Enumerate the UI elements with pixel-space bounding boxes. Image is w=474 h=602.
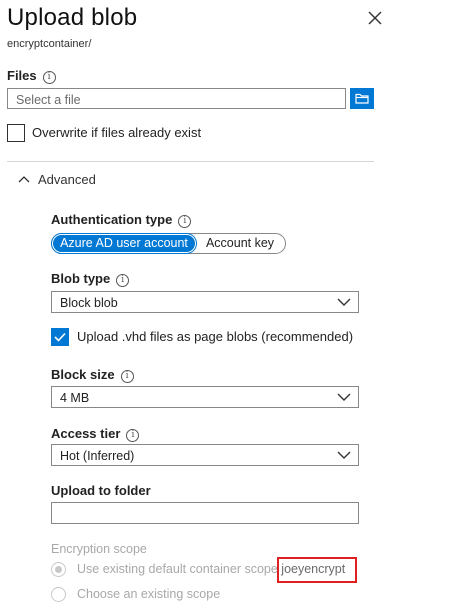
advanced-toggle[interactable]: Advanced [18, 172, 96, 187]
chevron-up-icon [18, 176, 30, 183]
overwrite-checkbox[interactable] [7, 124, 25, 142]
section-divider [7, 161, 374, 162]
checkmark-icon [54, 332, 66, 342]
info-icon[interactable]: i [178, 215, 192, 228]
blob-type-label: Blob type i [51, 271, 130, 287]
block-size-select[interactable]: 4 MB [51, 386, 359, 408]
highlight-box [277, 557, 357, 583]
vhd-page-blob-checkbox[interactable] [51, 328, 69, 346]
radio-selected-dot [55, 566, 62, 573]
block-size-value: 4 MB [60, 391, 90, 405]
chevron-down-icon [337, 298, 351, 306]
upload-folder-input[interactable] [51, 502, 359, 524]
file-input-placeholder: Select a file [16, 93, 81, 107]
blob-type-value: Block blob [60, 296, 118, 310]
access-tier-value: Hot (Inferred) [60, 449, 135, 463]
files-label: Files i [7, 68, 56, 84]
vhd-page-blob-label: Upload .vhd files as page blobs (recomme… [77, 329, 354, 344]
chevron-down-icon [337, 393, 351, 401]
auth-option-azure-ad[interactable]: Azure AD user account [53, 235, 195, 252]
blob-type-select[interactable]: Block blob [51, 291, 359, 313]
close-icon[interactable] [366, 9, 384, 27]
info-icon[interactable]: i [126, 429, 140, 442]
file-input[interactable]: Select a file [7, 88, 346, 109]
container-path: encryptcontainer/ [7, 38, 92, 50]
existing-scope-option: Choose an existing scope [77, 587, 221, 601]
info-icon[interactable]: i [120, 370, 134, 383]
radio-default-scope[interactable] [51, 562, 66, 577]
radio-existing-scope[interactable] [51, 587, 66, 602]
panel-title: Upload blob [7, 4, 138, 31]
info-icon[interactable]: i [116, 274, 130, 287]
block-size-label: Block size i [51, 367, 134, 383]
upload-folder-label: Upload to folder [51, 483, 151, 498]
browse-files-button[interactable] [350, 88, 374, 109]
encryption-scope-label: Encryption scope [51, 542, 147, 556]
access-tier-label: Access tier i [51, 426, 140, 442]
auth-option-account-key[interactable]: Account key [198, 235, 282, 252]
folder-icon [355, 93, 369, 104]
chevron-down-icon [337, 451, 351, 459]
overwrite-label: Overwrite if files already exist [32, 125, 202, 140]
info-icon[interactable]: i [42, 71, 56, 84]
access-tier-select[interactable]: Hot (Inferred) [51, 444, 359, 466]
auth-type-label: Authentication type i [51, 212, 192, 228]
